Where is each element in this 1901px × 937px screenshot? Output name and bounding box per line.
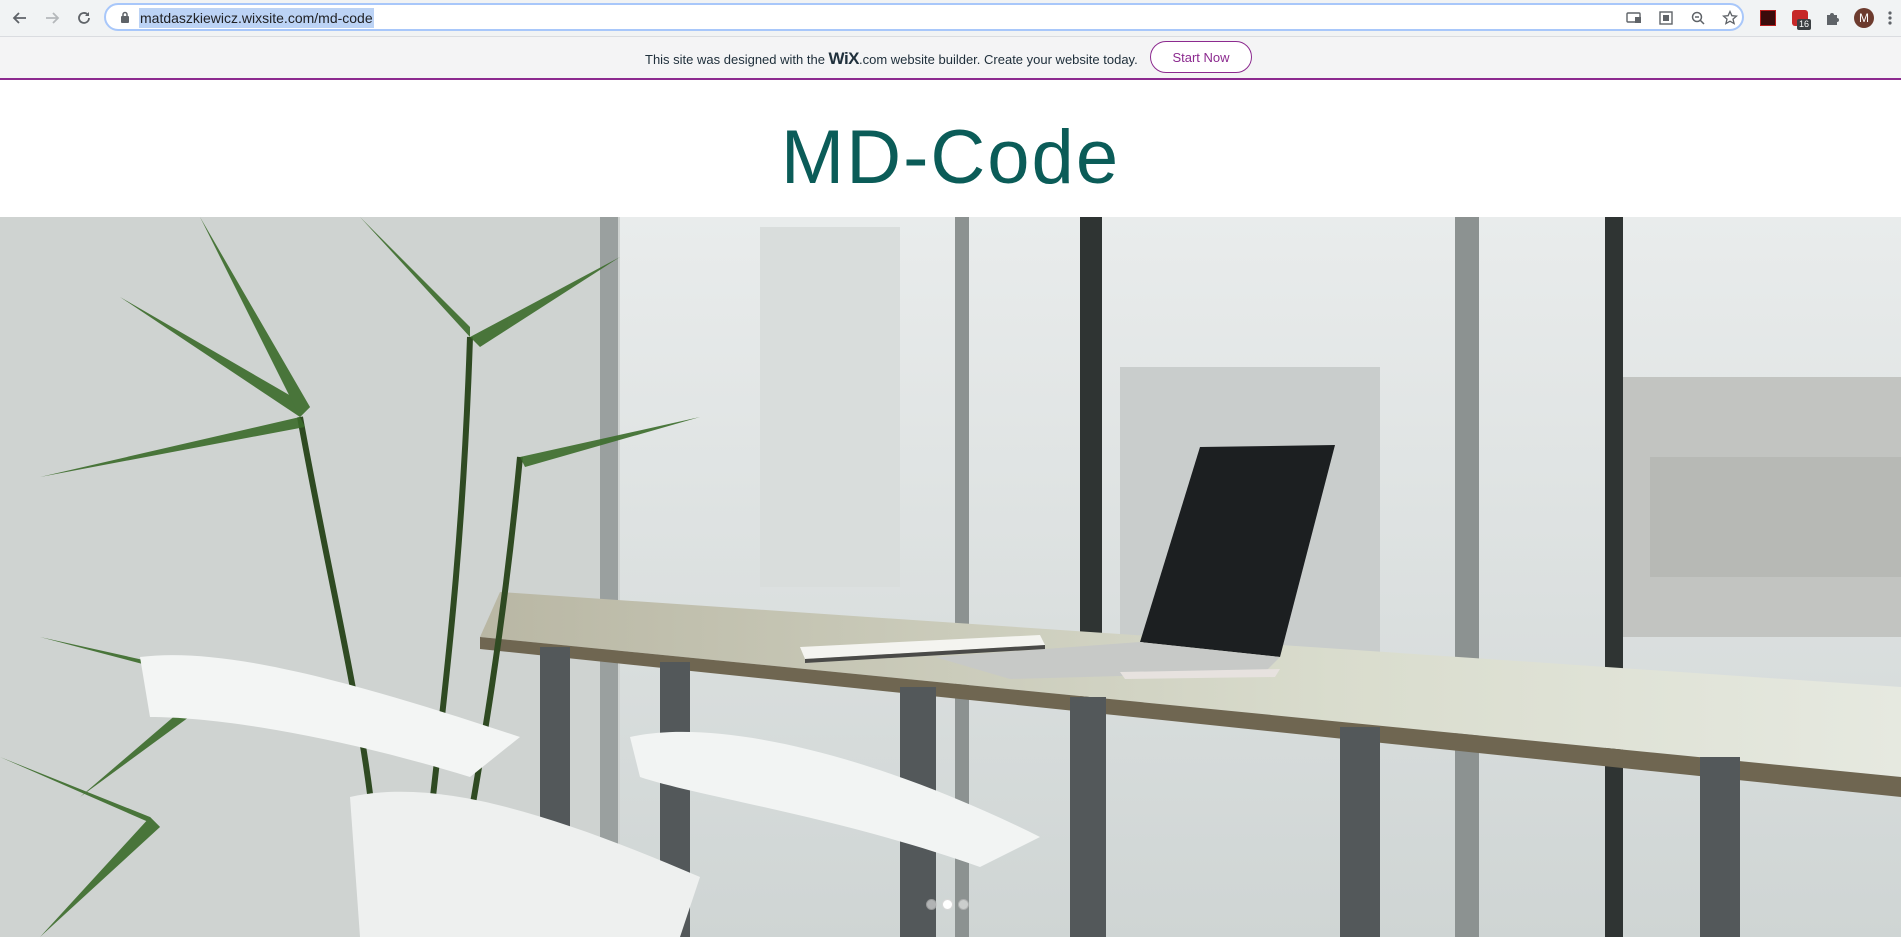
qr-code-icon[interactable] — [1656, 9, 1676, 27]
slideshow-dots — [926, 899, 969, 910]
forward-button[interactable] — [40, 6, 64, 30]
wix-banner-text: This site was designed with the WiX.com … — [645, 49, 1138, 69]
slide-dot-2[interactable] — [942, 899, 953, 910]
wix-banner-text-before: This site was designed with the — [645, 52, 829, 67]
extension-badge-count: 16 — [1797, 19, 1812, 30]
address-bar[interactable]: matdaszkiewicz.wixsite.com/md-code — [104, 3, 1744, 31]
reload-icon — [78, 12, 90, 24]
extension-red-icon[interactable] — [1757, 7, 1779, 29]
cast-icon[interactable] — [1624, 9, 1644, 27]
lock-icon — [121, 11, 129, 23]
slide-dot-3[interactable] — [958, 899, 969, 910]
back-arrow-icon — [12, 12, 26, 24]
site-title[interactable]: MD-Code — [0, 118, 1901, 198]
profile-avatar[interactable]: M — [1853, 7, 1875, 29]
extensions-puzzle-icon[interactable] — [1821, 7, 1843, 29]
wix-logo[interactable]: WiX — [829, 49, 860, 68]
extension-badge-icon[interactable]: 16 — [1789, 7, 1812, 30]
zoom-icon[interactable] — [1688, 9, 1708, 27]
hero-slideshow[interactable] — [0, 217, 1901, 937]
hero-image — [0, 217, 1901, 937]
url-text[interactable]: matdaszkiewicz.wixsite.com/md-code — [139, 8, 374, 28]
browser-menu-icon[interactable] — [1883, 7, 1897, 29]
wix-banner-text-after: .com website builder. Create your websit… — [859, 52, 1138, 67]
wix-banner: This site was designed with the WiX.com … — [0, 37, 1901, 80]
site-header: MD-Code — [0, 80, 1901, 217]
reload-button[interactable] — [72, 6, 96, 30]
back-button[interactable] — [8, 6, 32, 30]
forward-arrow-icon — [46, 12, 60, 24]
start-now-button[interactable]: Start Now — [1150, 41, 1252, 73]
bookmark-star-icon[interactable] — [1720, 9, 1740, 27]
slide-dot-1[interactable] — [926, 899, 937, 910]
browser-toolbar: matdaszkiewicz.wixsite.com/md-code 16 M — [0, 0, 1901, 37]
